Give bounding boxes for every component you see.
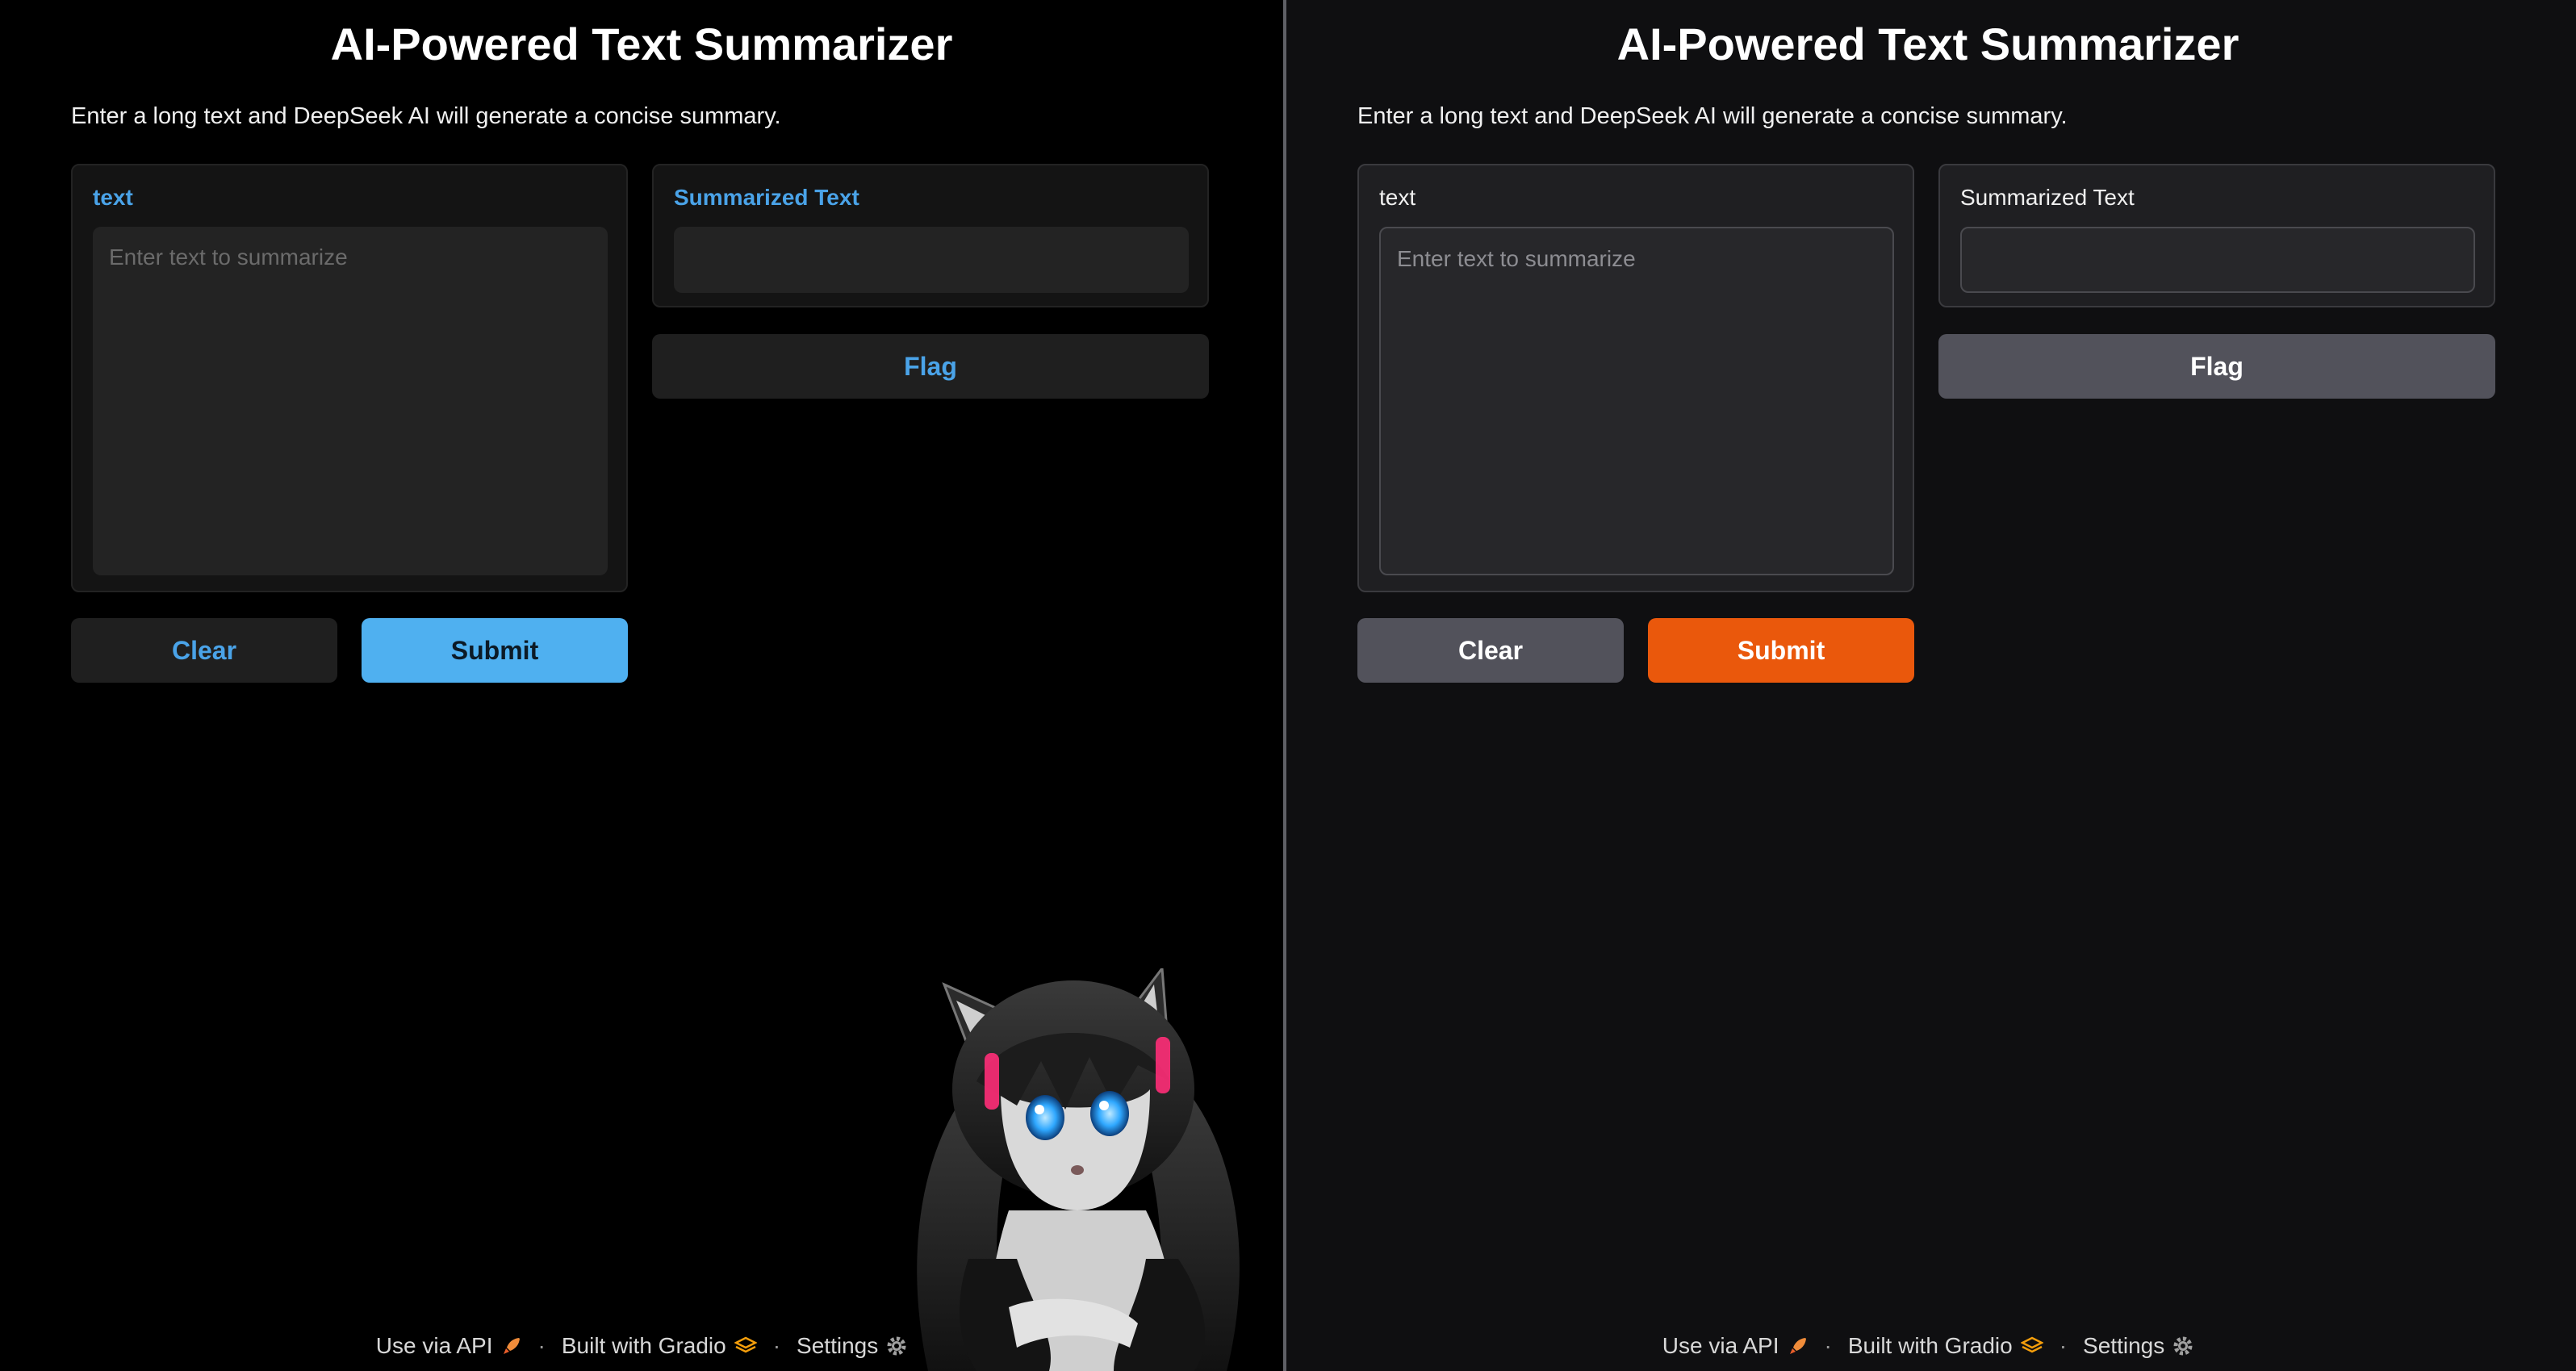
- submit-button[interactable]: Submit: [1648, 618, 1914, 683]
- gear-icon: [2173, 1336, 2193, 1356]
- app-footer: Use via API · Built with Gradio · Settin…: [1286, 1333, 2570, 1359]
- flag-button[interactable]: Flag: [1938, 334, 2495, 399]
- gear-icon: [887, 1336, 906, 1356]
- text-input-label: text: [93, 185, 133, 210]
- page-description: Enter a long text and DeepSeek AI will g…: [1357, 103, 2068, 129]
- summary-output-block: Summarized Text: [1938, 164, 2495, 307]
- gradio-logo-icon: [2020, 1336, 2043, 1353]
- summary-output-label: Summarized Text: [674, 185, 859, 210]
- rocket-icon: [503, 1338, 520, 1354]
- text-input-block: text: [1357, 164, 1914, 592]
- gradio-logo-icon: [734, 1336, 757, 1353]
- use-via-api-link[interactable]: Use via API: [1662, 1333, 1809, 1359]
- use-via-api-label: Use via API: [1662, 1333, 1779, 1358]
- summary-output-label: Summarized Text: [1960, 185, 2135, 210]
- built-with-gradio-label: Built with Gradio: [561, 1333, 726, 1358]
- page-title: AI-Powered Text Summarizer: [1616, 19, 2239, 69]
- anime-mascot-illustration: [917, 968, 1240, 1371]
- page-description: Enter a long text and DeepSeek AI will g…: [71, 103, 781, 129]
- footer-separator: ·: [772, 1333, 781, 1358]
- footer-separator: ·: [537, 1333, 546, 1358]
- summary-output-block: Summarized Text: [652, 164, 1209, 307]
- built-with-gradio-label: Built with Gradio: [1847, 1333, 2013, 1358]
- submit-button[interactable]: Submit: [362, 618, 628, 683]
- settings-label: Settings: [797, 1333, 879, 1358]
- built-with-gradio-link[interactable]: Built with Gradio: [1848, 1333, 2043, 1359]
- built-with-gradio-link[interactable]: Built with Gradio: [562, 1333, 757, 1359]
- text-input-label: text: [1379, 185, 1416, 210]
- summary-output-field[interactable]: [674, 227, 1189, 293]
- summary-output-field[interactable]: [1960, 227, 2475, 293]
- clear-button[interactable]: Clear: [1357, 618, 1624, 683]
- left-app-pane: AI-Powered Text Summarizer Enter a long …: [0, 0, 1283, 1371]
- settings-link[interactable]: Settings: [797, 1333, 907, 1359]
- footer-separator: ·: [1824, 1333, 1832, 1358]
- rocket-icon: [1789, 1338, 1806, 1354]
- text-input-block: text: [71, 164, 628, 592]
- right-app-pane: AI-Powered Text Summarizer Enter a long …: [1286, 0, 2576, 1371]
- settings-label: Settings: [2083, 1333, 2165, 1358]
- footer-separator: ·: [2059, 1333, 2068, 1358]
- clear-button[interactable]: Clear: [71, 618, 337, 683]
- text-input-field[interactable]: [1379, 227, 1894, 575]
- use-via-api-label: Use via API: [375, 1333, 493, 1358]
- app-footer: Use via API · Built with Gradio · Settin…: [0, 1333, 1283, 1359]
- flag-button[interactable]: Flag: [652, 334, 1209, 399]
- settings-link[interactable]: Settings: [2083, 1333, 2193, 1359]
- use-via-api-link[interactable]: Use via API: [376, 1333, 522, 1359]
- page-title: AI-Powered Text Summarizer: [330, 19, 953, 69]
- text-input-field[interactable]: [93, 227, 608, 575]
